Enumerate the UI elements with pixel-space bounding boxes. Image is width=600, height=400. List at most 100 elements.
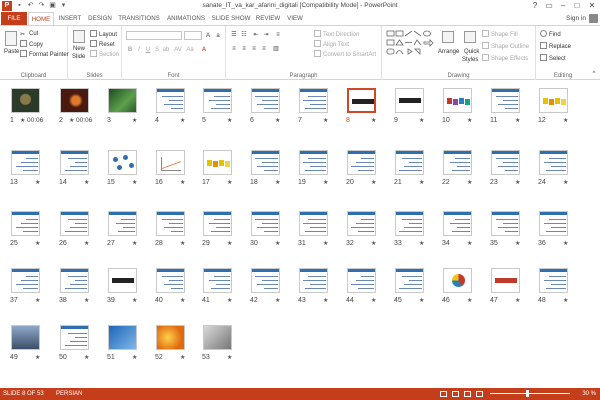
reset-button[interactable]: Reset [90, 40, 115, 49]
transition-star-icon[interactable]: ★ [20, 117, 25, 125]
align-center-icon[interactable]: ≡ [240, 45, 248, 53]
slide-thumbnail[interactable] [108, 268, 137, 293]
select-button[interactable]: Select [540, 54, 566, 63]
transition-star-icon[interactable]: ★ [35, 240, 40, 248]
normal-view-icon[interactable] [440, 391, 447, 397]
slide-thumbnail[interactable] [491, 211, 520, 236]
slide-thumbnail[interactable] [108, 150, 137, 175]
slide-thumbnail[interactable] [395, 150, 424, 175]
transition-star-icon[interactable]: ★ [563, 297, 568, 305]
transition-star-icon[interactable]: ★ [323, 179, 328, 187]
shapes-gallery-icon[interactable] [386, 30, 438, 60]
zoom-slider-track[interactable] [490, 393, 570, 394]
quick-styles-icon[interactable] [464, 31, 476, 43]
tab-animations[interactable]: ANIMATIONS [164, 12, 208, 25]
slide-thumbnail[interactable] [11, 88, 40, 113]
transition-star-icon[interactable]: ★ [132, 117, 137, 125]
slide-thumbnail[interactable] [60, 88, 89, 113]
transition-star-icon[interactable]: ★ [371, 117, 376, 125]
transition-star-icon[interactable]: ★ [180, 179, 185, 187]
slide-thumbnail[interactable] [491, 268, 520, 293]
transition-star-icon[interactable]: ★ [132, 297, 137, 305]
decrease-indent-icon[interactable]: ⇤ [252, 31, 260, 39]
slide-thumbnail[interactable] [203, 268, 232, 293]
tab-transitions[interactable]: TRANSITIONS [116, 12, 162, 25]
transition-star-icon[interactable]: ★ [227, 354, 232, 362]
slide-thumbnail[interactable] [156, 88, 185, 113]
transition-star-icon[interactable]: ★ [275, 297, 280, 305]
slide-thumbnail[interactable] [60, 211, 89, 236]
layout-button[interactable]: Layout [90, 30, 117, 39]
font-color-icon[interactable]: A [200, 46, 208, 54]
transition-star-icon[interactable]: ★ [227, 117, 232, 125]
arrange-icon[interactable] [442, 31, 454, 43]
transition-star-icon[interactable]: ★ [323, 117, 328, 125]
transition-star-icon[interactable]: ★ [515, 240, 520, 248]
slide-thumbnail[interactable] [491, 150, 520, 175]
slide-thumbnail[interactable] [108, 325, 137, 350]
transition-star-icon[interactable]: ★ [323, 240, 328, 248]
slide-thumbnail[interactable] [347, 88, 376, 113]
transition-star-icon[interactable]: ★ [563, 117, 568, 125]
transition-star-icon[interactable]: ★ [323, 297, 328, 305]
slide-thumbnail[interactable] [203, 325, 232, 350]
slide-thumbnail[interactable] [395, 268, 424, 293]
transition-star-icon[interactable]: ★ [180, 297, 185, 305]
text-direction-button[interactable]: Text Direction [314, 30, 359, 39]
slide-thumbnail[interactable] [156, 150, 185, 175]
new-slide-icon[interactable] [73, 30, 85, 43]
transition-star-icon[interactable]: ★ [419, 240, 424, 248]
italic-icon[interactable]: I [135, 46, 143, 54]
transition-star-icon[interactable]: ★ [371, 297, 376, 305]
transition-star-icon[interactable]: ★ [275, 179, 280, 187]
transition-star-icon[interactable]: ★ [35, 179, 40, 187]
slide-thumbnail[interactable] [11, 325, 40, 350]
transition-star-icon[interactable]: ★ [371, 179, 376, 187]
slide-thumbnail[interactable] [60, 325, 89, 350]
slide-thumbnail[interactable] [347, 211, 376, 236]
transition-star-icon[interactable]: ★ [515, 179, 520, 187]
tab-file[interactable]: FILE [1, 12, 27, 25]
increase-indent-icon[interactable]: ⇥ [262, 31, 270, 39]
transition-star-icon[interactable]: ★ [563, 179, 568, 187]
transition-star-icon[interactable]: ★ [132, 179, 137, 187]
slide-thumbnail[interactable] [251, 211, 280, 236]
transition-star-icon[interactable]: ★ [84, 179, 89, 187]
slide-thumbnail[interactable] [156, 211, 185, 236]
transition-star-icon[interactable]: ★ [132, 354, 137, 362]
slide-thumbnail[interactable] [443, 211, 472, 236]
cut-button[interactable]: ✂ Cut [20, 30, 38, 38]
slide-thumbnail[interactable] [443, 268, 472, 293]
line-spacing-icon[interactable]: ≡ [274, 31, 282, 39]
slideshow-view-icon[interactable] [476, 391, 483, 397]
avatar[interactable] [589, 14, 598, 23]
transition-star-icon[interactable]: ★ [275, 117, 280, 125]
slide-thumbnail[interactable] [395, 211, 424, 236]
transition-star-icon[interactable]: ★ [132, 240, 137, 248]
new-slide-label-2[interactable]: Slide [72, 53, 85, 61]
zoom-slider-thumb[interactable] [526, 390, 529, 397]
grow-font-icon[interactable]: A [204, 32, 212, 40]
slide-thumbnail[interactable] [156, 268, 185, 293]
slide-thumbnail[interactable] [443, 88, 472, 113]
columns-icon[interactable]: ▥ [272, 45, 280, 53]
slide-thumbnail[interactable] [539, 211, 568, 236]
sign-in-link[interactable]: Sign in [566, 15, 586, 22]
bullets-icon[interactable]: ☰ [230, 31, 238, 39]
slide-thumbnail[interactable] [299, 268, 328, 293]
tab-design[interactable]: DESIGN [86, 12, 114, 25]
shrink-font-icon[interactable]: a [214, 32, 222, 40]
font-size-box[interactable] [184, 31, 202, 40]
slide-thumbnail[interactable] [251, 150, 280, 175]
tab-insert[interactable]: INSERT [56, 12, 84, 25]
collapse-ribbon-icon[interactable]: ^ [590, 70, 598, 78]
char-spacing-icon[interactable]: AV [174, 46, 182, 54]
quick-styles-label-2[interactable]: Styles [462, 56, 478, 64]
slide-thumbnail[interactable] [491, 88, 520, 113]
transition-star-icon[interactable]: ★ [371, 240, 376, 248]
new-slide-label-1[interactable]: New [73, 45, 85, 53]
minimize-button[interactable]: – [556, 0, 570, 12]
transition-star-icon[interactable]: ★ [69, 117, 74, 125]
slide-thumbnail[interactable] [60, 268, 89, 293]
close-button[interactable]: ✕ [585, 0, 599, 12]
